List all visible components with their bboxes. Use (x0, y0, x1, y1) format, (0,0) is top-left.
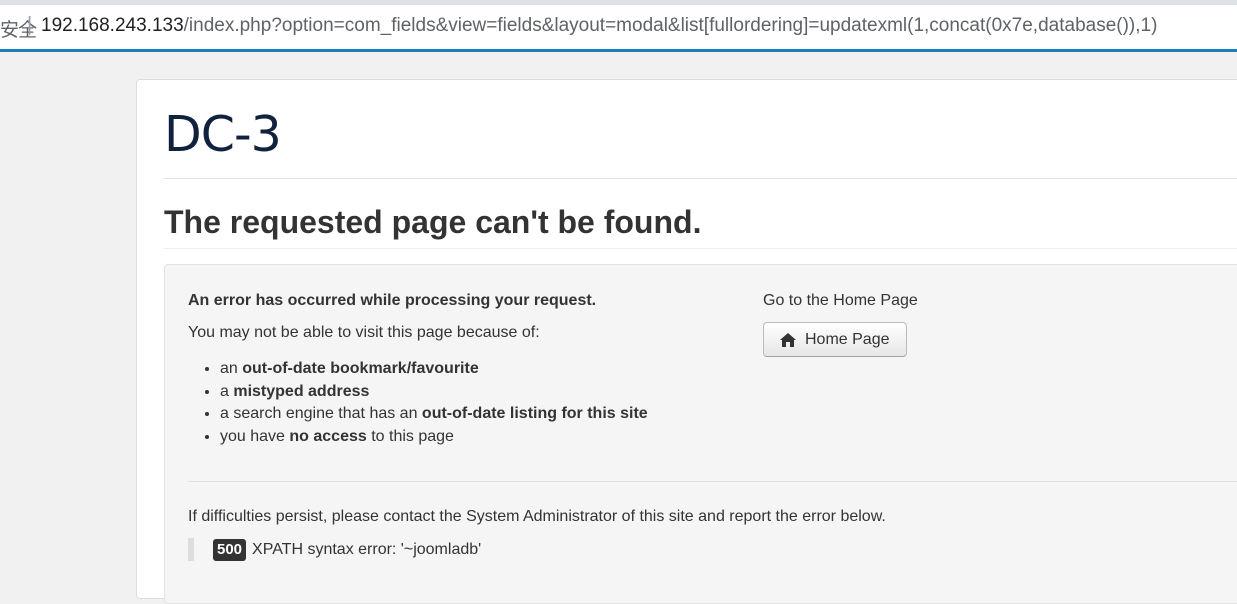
list-item: a mistyped address (220, 381, 648, 404)
address-separator: | (27, 14, 33, 36)
error-message: XPATH syntax error: '~joomladb' (252, 540, 482, 558)
error-reasons-intro: You may not be able to visit this page b… (188, 324, 540, 341)
persist-message: If difficulties persist, please contact … (188, 508, 886, 525)
go-home-label: Go to the Home Page (763, 292, 918, 309)
error-well: An error has occurred while processing y… (164, 264, 1237, 604)
page-heading: The requested page can't be found. (164, 204, 702, 240)
well-divider (188, 481, 1237, 482)
tab-strip (0, 0, 1237, 5)
url-path: /index.php?option=com_fields&view=fields… (183, 15, 1158, 36)
home-icon (779, 332, 797, 348)
list-item: you have no access to this page (220, 426, 648, 449)
page-card: DC-3 The requested page can't be found. … (136, 79, 1237, 604)
heading-divider (164, 248, 1237, 249)
list-item: a search engine that has an out-of-date … (220, 403, 648, 426)
list-item: an out-of-date bookmark/favourite (220, 358, 648, 381)
header-divider (164, 178, 1237, 179)
home-page-button-label: Home Page (805, 330, 890, 348)
error-code-badge: 500 (213, 538, 247, 561)
reasons-list: an out-of-date bookmark/favourite a mist… (188, 358, 648, 448)
url-host: 192.168.243.133 (41, 15, 184, 36)
home-page-button[interactable]: Home Page (763, 322, 907, 357)
error-lead-text: An error has occurred while processing y… (188, 292, 597, 309)
url-text[interactable]: 192.168.243.133/index.php?option=com_fie… (41, 15, 1157, 37)
address-bar[interactable]: 安全 | 192.168.243.133/index.php?option=co… (0, 0, 1237, 52)
site-title[interactable]: DC-3 (164, 106, 282, 163)
error-detail: 500 XPATH syntax error: '~joomladb' (188, 538, 481, 561)
